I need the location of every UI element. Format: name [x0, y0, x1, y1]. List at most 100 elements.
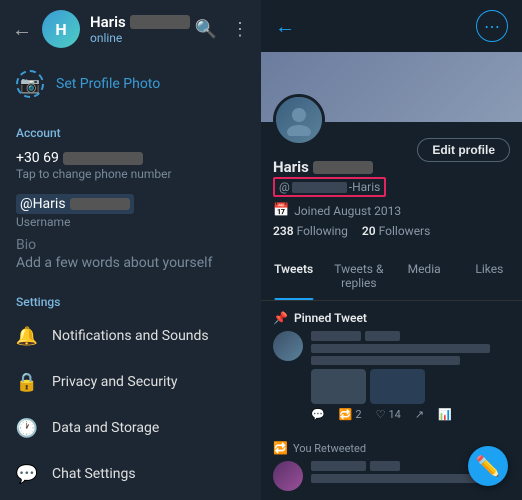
set-profile-photo-row[interactable]: 📷 Set Profile Photo	[0, 58, 261, 110]
right-panel-wrapper: ← ⋯ Edit profile Haris	[261, 0, 522, 500]
left-header: ← H Haris online 🔍 ⋮	[0, 0, 261, 58]
joined-row: 📅 Joined August 2013	[273, 203, 510, 218]
camera-icon: 📷	[16, 70, 44, 98]
handle-box: @ -Haris	[273, 177, 386, 197]
sidebar-item-data[interactable]: 🕐 Data and Storage	[0, 405, 261, 451]
bio-row: Bio Add a few words about yourself	[0, 231, 261, 279]
sidebar-item-privacy[interactable]: 🔒 Privacy and Security	[0, 359, 261, 405]
following-label: Following	[297, 224, 348, 238]
tweet-handle	[365, 331, 400, 341]
phone-value[interactable]: +30 69	[16, 150, 245, 166]
pinned-tweet-section: 📌 Pinned Tweet	[261, 301, 522, 435]
rt-avatar	[273, 461, 303, 491]
data-label: Data and Storage	[52, 420, 159, 436]
header-icons: 🔍 ⋮	[195, 19, 249, 40]
chat-icon: 💬	[16, 463, 38, 485]
pinned-tweet-row: 💬 🔁 2 ♡ 14 ↗	[273, 331, 510, 421]
bell-icon: 🔔	[16, 325, 38, 347]
reply-action[interactable]: 💬	[311, 408, 325, 421]
compose-fab[interactable]: ✏️	[468, 446, 508, 486]
chat-label: Chat Settings	[52, 466, 136, 482]
profile-tabs: Tweets Tweets & replies Media Likes	[261, 252, 522, 301]
followers-stat[interactable]: 20 Followers	[362, 224, 430, 238]
tweet-line-2	[311, 356, 460, 365]
you-retweeted-text: You Retweeted	[293, 442, 366, 455]
tab-likes[interactable]: Likes	[457, 252, 522, 300]
tweet-image-2	[370, 369, 425, 404]
stats-row: 238 Following 20 Followers	[273, 224, 510, 238]
right-more-icon[interactable]: ⋯	[476, 10, 508, 42]
followers-label: Followers	[379, 224, 431, 238]
tab-media[interactable]: Media	[392, 252, 457, 300]
following-count: 238	[273, 224, 294, 238]
bio-hint[interactable]: Add a few words about yourself	[16, 255, 245, 271]
like-count: 14	[388, 408, 400, 421]
tweet-line-1	[311, 344, 490, 353]
handle-blurred	[292, 182, 347, 193]
tweet-content: 💬 🔁 2 ♡ 14 ↗	[311, 331, 510, 421]
rt-handle	[370, 461, 400, 471]
retweet-label-icon: 🔁	[273, 441, 288, 455]
calendar-icon: 📅	[273, 203, 289, 218]
sidebar-item-chat[interactable]: 💬 Chat Settings	[0, 451, 261, 497]
rt-line	[311, 474, 480, 483]
share-icon: ↗	[415, 408, 424, 421]
retweet-icon: 🔁	[339, 408, 353, 421]
handle-prefix: @	[279, 180, 290, 194]
tab-tweets[interactable]: Tweets	[261, 252, 326, 300]
chart-icon: 📊	[438, 408, 452, 421]
back-button[interactable]: ←	[12, 17, 32, 42]
clock-icon: 🕐	[16, 417, 38, 439]
following-stat[interactable]: 238 Following	[273, 224, 348, 238]
phone-hint: Tap to change phone number	[16, 167, 245, 181]
user-name: Haris	[90, 13, 126, 31]
right-header: ← ⋯	[261, 0, 522, 52]
share-action[interactable]: ↗	[415, 408, 424, 421]
phone-field-row: +30 69 Tap to change phone number	[0, 144, 261, 183]
settings-section-label: Settings	[0, 287, 261, 313]
profile-info: Haris @ -Haris 📅 Joined August 2013 238 …	[261, 158, 522, 244]
left-panel: ← H Haris online 🔍 ⋮ 📷 Set Profile Photo…	[0, 0, 261, 500]
privacy-label: Privacy and Security	[52, 374, 178, 390]
person-silhouette	[283, 104, 315, 136]
tab-replies[interactable]: Tweets & replies	[326, 252, 391, 300]
tweet-name	[311, 331, 361, 341]
avatar: H	[42, 10, 80, 48]
rt-name	[311, 461, 366, 471]
reply-icon: 💬	[311, 408, 325, 421]
right-back-button[interactable]: ←	[275, 14, 295, 39]
pin-icon: 📌	[273, 311, 288, 325]
search-icon[interactable]: 🔍	[195, 19, 217, 40]
account-section-label: Account	[0, 118, 261, 144]
username-field-row[interactable]: @Haris Username	[0, 187, 261, 231]
username-hint: Username	[16, 215, 245, 229]
retweet-count: 2	[355, 408, 361, 421]
set-profile-photo-label: Set Profile Photo	[56, 76, 160, 92]
bio-section-label: Bio	[16, 237, 245, 253]
username-value[interactable]: @Haris	[16, 194, 134, 214]
pinned-tweet-title: 📌 Pinned Tweet	[273, 311, 510, 325]
like-action[interactable]: ♡ 14	[376, 408, 401, 421]
joined-text: Joined August 2013	[294, 204, 401, 218]
right-panel: ← ⋯ Edit profile Haris	[261, 0, 522, 500]
retweet-action[interactable]: 🔁 2	[339, 408, 362, 421]
like-icon: ♡	[376, 408, 386, 421]
sidebar-item-notifications[interactable]: 🔔 Notifications and Sounds	[0, 313, 261, 359]
avatar-inner	[276, 97, 322, 143]
handle-row: @ -Haris	[273, 177, 510, 197]
followers-count: 20	[362, 224, 376, 238]
notifications-label: Notifications and Sounds	[52, 328, 209, 344]
tweet-avatar	[273, 331, 303, 361]
user-info: Haris online	[90, 13, 195, 45]
tweet-actions: 💬 🔁 2 ♡ 14 ↗	[311, 408, 510, 421]
tweet-image-1	[311, 369, 366, 404]
edit-profile-button[interactable]: Edit profile	[417, 138, 510, 162]
user-name-blurred	[130, 15, 190, 29]
chart-action[interactable]: 📊	[438, 408, 452, 421]
handle-suffix: -Haris	[349, 180, 381, 194]
more-icon[interactable]: ⋮	[231, 19, 249, 40]
user-status: online	[90, 31, 195, 45]
lock-icon: 🔒	[16, 371, 38, 393]
profile-avatar	[273, 94, 325, 146]
profile-banner: Edit profile	[261, 52, 522, 122]
